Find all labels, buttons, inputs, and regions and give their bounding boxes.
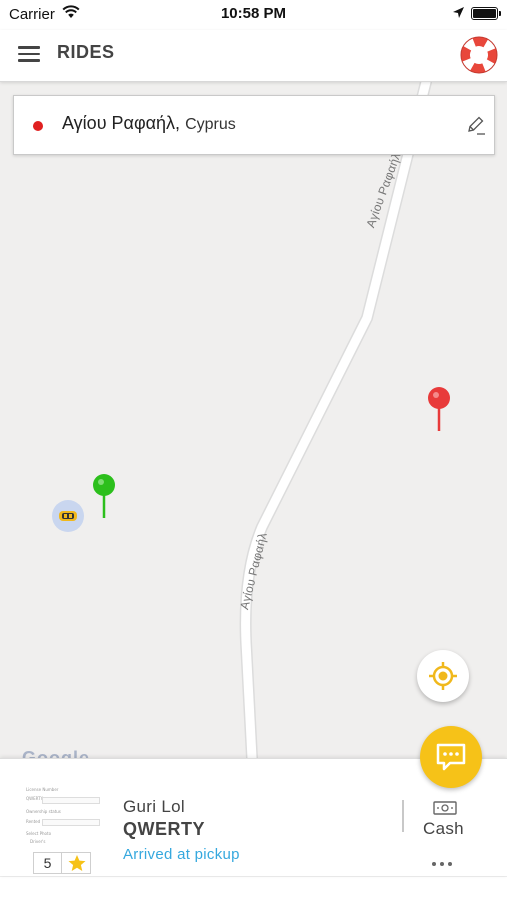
photo-text-line: Driver's: [30, 839, 46, 844]
ride-status: Arrived at pickup: [123, 846, 240, 863]
location-arrow-icon: [452, 6, 465, 24]
address-search-field[interactable]: Αγίου Ραφαήλ, Cyprus: [13, 95, 495, 155]
navigation-bar: RIDES: [0, 30, 507, 82]
taxi-car-icon[interactable]: [52, 500, 84, 532]
photo-text-line: License Number: [26, 787, 59, 792]
cash-icon: [433, 801, 457, 820]
photo-field: [42, 797, 100, 804]
hamburger-menu-icon[interactable]: [18, 46, 40, 64]
chat-bubble-icon: [436, 743, 466, 771]
my-location-button[interactable]: [417, 650, 469, 702]
photo-text-line: Rented: [26, 819, 41, 824]
location-dot-icon: [33, 121, 43, 131]
driver-photo: License Number QWERTY Ownership status R…: [22, 777, 102, 844]
photo-text-line: Ownership status: [26, 809, 61, 814]
crosshair-icon: [429, 662, 457, 690]
google-attribution: Google: [22, 749, 90, 758]
battery-icon: [471, 7, 501, 20]
page-title: RIDES: [57, 42, 115, 62]
rating-value: 5: [34, 853, 62, 873]
help-lifebuoy-icon[interactable]: [457, 33, 501, 77]
divider: [402, 800, 404, 832]
home-indicator-area: [0, 876, 507, 900]
pickup-pin-icon[interactable]: [91, 473, 117, 524]
more-options-icon[interactable]: [432, 853, 456, 866]
driver-name: Guri Lol: [123, 797, 185, 816]
photo-field: [42, 819, 100, 826]
payment-method-label[interactable]: Cash: [423, 819, 464, 839]
clock: 10:58 PM: [220, 5, 287, 22]
car-plate: QWERTY: [123, 819, 205, 839]
address-country: Cyprus: [185, 116, 236, 133]
address-text: Αγίου Ραφαήλ, Cyprus: [62, 113, 236, 133]
address-place: Αγίου Ραφαήλ: [62, 113, 176, 133]
photo-text-line: Select Photo: [26, 831, 52, 836]
status-bar: Carrier 10:58 PM: [0, 0, 507, 30]
destination-pin-icon[interactable]: [426, 386, 452, 437]
driver-rating: 5: [33, 852, 91, 874]
photo-text-line: QWERTY: [26, 796, 44, 801]
edit-pencil-icon[interactable]: [465, 114, 487, 136]
star-icon: [67, 854, 87, 877]
chat-button[interactable]: [420, 726, 482, 788]
